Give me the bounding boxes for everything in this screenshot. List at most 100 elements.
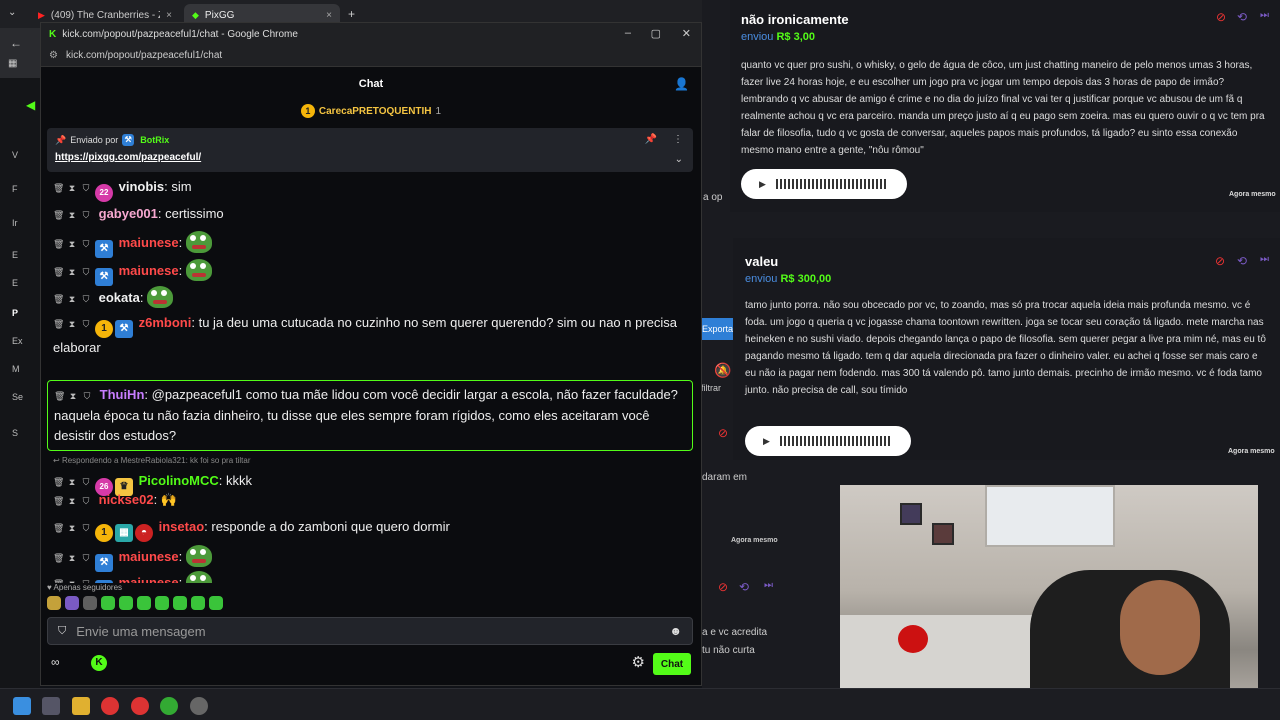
file-explorer-icon[interactable] — [72, 697, 90, 715]
audio-player[interactable]: ▶ — [741, 169, 907, 199]
trash-icon[interactable]: 🗑 — [53, 289, 64, 309]
emote-icon[interactable] — [83, 596, 97, 610]
skip-icon[interactable]: ⏭ — [1260, 10, 1269, 21]
audio-player[interactable]: ▶ — [745, 426, 911, 456]
emote-icon[interactable] — [65, 596, 79, 610]
sidebar-item[interactable]: E — [12, 250, 18, 260]
sidebar-item[interactable]: Ir — [12, 218, 18, 228]
username[interactable]: maiunese — [119, 263, 179, 278]
address-bar[interactable]: ⚙ kick.com/popout/pazpeaceful1/chat — [41, 45, 701, 67]
tab-list-icon[interactable]: ⌄ — [8, 7, 16, 18]
more-options-icon[interactable]: ⋮ — [673, 134, 683, 145]
username[interactable]: maiunese — [119, 235, 179, 250]
play-icon[interactable]: ▶ — [759, 179, 766, 190]
timeout-icon[interactable]: ⧗ — [67, 289, 77, 309]
timeout-icon[interactable]: ⧗ — [67, 548, 77, 568]
sidebar-item[interactable]: F — [12, 184, 18, 194]
send-chat-button[interactable]: Chat — [653, 653, 691, 675]
trash-icon[interactable]: 🗑 — [53, 262, 64, 282]
skip-icon[interactable]: ⏭ — [1260, 254, 1269, 265]
sidebar-item[interactable]: Ex — [12, 336, 23, 346]
maximize-button[interactable]: ▢ — [651, 27, 661, 40]
close-tab-icon[interactable]: × — [166, 10, 172, 21]
ban-icon[interactable]: ⛉ — [81, 472, 91, 492]
username[interactable]: eokata — [99, 290, 140, 305]
reply-note[interactable]: ↩ Respondendo a MestreRabiola321: kk foi… — [53, 451, 683, 471]
windows-start-icon[interactable] — [13, 697, 31, 715]
block-icon[interactable]: ⊘ — [1215, 254, 1225, 268]
emote-icon[interactable] — [173, 596, 187, 610]
url-text[interactable]: kick.com/popout/pazpeaceful1/chat — [66, 50, 222, 61]
timeout-icon[interactable]: ⧗ — [67, 205, 77, 225]
ban-icon[interactable]: ⛉ — [81, 205, 91, 225]
username[interactable]: z6mboni — [139, 315, 192, 330]
site-info-icon[interactable]: ⚙ — [49, 50, 58, 61]
infinity-points-icon[interactable]: ∞ — [51, 655, 60, 669]
trash-icon[interactable]: 🗑 — [54, 386, 65, 406]
trash-icon[interactable]: 🗑 — [53, 548, 64, 568]
pinned-sender[interactable]: BotRix — [140, 135, 169, 145]
emoji-picker-icon[interactable]: ☻ — [669, 624, 682, 638]
chrome-icon[interactable] — [101, 697, 119, 715]
username[interactable]: ThuiHn — [100, 387, 145, 402]
sidebar-item[interactable]: M — [12, 364, 20, 374]
app-icon[interactable] — [190, 697, 208, 715]
emote-icon[interactable] — [209, 596, 223, 610]
gear-icon[interactable]: ⚙ — [632, 653, 645, 671]
ban-icon[interactable]: ⛉ — [81, 314, 91, 334]
unpin-icon[interactable]: 📌 — [645, 134, 657, 145]
sidebar-item[interactable]: V — [12, 150, 18, 160]
refresh-icon[interactable]: ⟲ — [1237, 10, 1247, 24]
trash-icon[interactable]: 🗑 — [53, 178, 64, 198]
timeout-icon[interactable]: ⧗ — [67, 518, 77, 538]
emote-icon[interactable] — [191, 596, 205, 610]
new-tab-button[interactable]: + — [348, 7, 355, 21]
emote-icon[interactable] — [137, 596, 151, 610]
timeout-icon[interactable]: ⧗ — [67, 574, 77, 583]
timeout-icon[interactable]: ⧗ — [67, 178, 77, 198]
username[interactable]: maiunese — [119, 549, 179, 564]
emote-icon[interactable] — [119, 596, 133, 610]
users-icon[interactable]: 👤 — [674, 77, 689, 91]
username[interactable]: gabye001 — [99, 206, 158, 221]
block-icon[interactable]: ⊘ — [1216, 10, 1226, 24]
sidebar-item[interactable]: S — [12, 428, 18, 438]
ban-icon[interactable]: ⛉ — [81, 491, 91, 511]
trash-icon[interactable]: 🗑 — [53, 205, 64, 225]
username[interactable]: nickse02 — [99, 492, 154, 507]
ban-icon[interactable]: ⛉ — [81, 262, 91, 282]
chrome-icon[interactable] — [160, 697, 178, 715]
trash-icon[interactable]: 🗑 — [53, 472, 64, 492]
ban-icon[interactable]: ⛉ — [81, 548, 91, 568]
sidebar-item[interactable]: E — [12, 278, 18, 288]
trash-icon[interactable]: 🗑 — [53, 491, 64, 511]
ban-icon[interactable]: ⛉ — [81, 574, 91, 583]
calculator-icon[interactable] — [42, 697, 60, 715]
trash-icon[interactable]: 🗑 — [53, 314, 64, 334]
close-button[interactable]: ✕ — [682, 27, 691, 40]
minimize-button[interactable]: – — [625, 27, 631, 39]
chrome-icon[interactable] — [131, 697, 149, 715]
emote-icon[interactable] — [155, 596, 169, 610]
username[interactable]: PicolinoMCC — [139, 473, 219, 488]
ban-icon[interactable]: ⛉ — [81, 289, 91, 309]
message-input[interactable]: ⛉ Envie uma mensagem ☻ — [47, 617, 693, 645]
refresh-icon[interactable]: ⟲ — [1237, 254, 1247, 268]
timeout-icon[interactable]: ⧗ — [67, 491, 77, 511]
sidebar-item[interactable]: P — [12, 308, 18, 318]
pinned-link[interactable]: https://pixgg.com/pazpeaceful/ — [55, 152, 685, 163]
chevron-down-icon[interactable]: ⌄ — [675, 154, 683, 165]
sidebar-item[interactable]: Se — [12, 392, 23, 402]
close-tab-icon[interactable]: × — [326, 10, 332, 21]
ban-icon[interactable]: ⛉ — [81, 234, 91, 254]
timeout-icon[interactable]: ⧗ — [67, 262, 77, 282]
trash-icon[interactable]: 🗑 — [53, 574, 64, 583]
emote-icon[interactable] — [47, 596, 61, 610]
apps-icon[interactable]: ▦ — [8, 58, 17, 69]
timeout-icon[interactable]: ⧗ — [67, 472, 77, 492]
username[interactable]: maiunese — [119, 575, 179, 583]
ban-icon[interactable]: ⛉ — [81, 518, 91, 538]
username[interactable]: insetao — [159, 519, 205, 534]
ban-icon[interactable]: ⛉ — [81, 178, 91, 198]
trash-icon[interactable]: 🗑 — [53, 518, 64, 538]
